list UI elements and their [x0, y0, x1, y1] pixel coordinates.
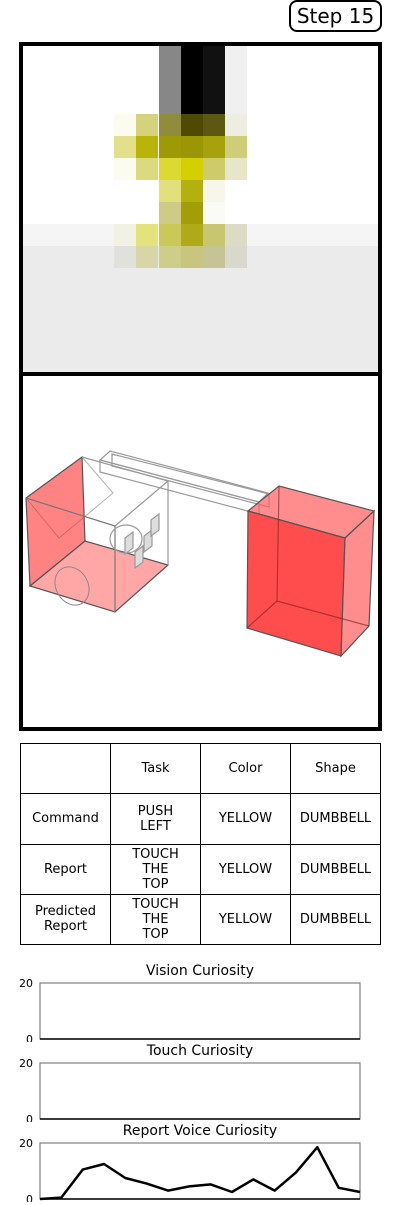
color-cell: YELLOW: [200, 893, 291, 946]
color-cell: YELLOW: [200, 793, 291, 845]
touch-curiosity-chart: Touch Curiosity 20 0: [0, 1042, 400, 1122]
shape-cell: DUMBBELL: [290, 843, 381, 895]
task-cell: TOUCH THE TOP: [110, 843, 201, 895]
header-cell-shape: Shape: [290, 742, 381, 795]
task-cell: PUSH LEFT: [110, 793, 201, 845]
right-target-box: [246, 485, 376, 658]
render-view-image: [25, 450, 376, 658]
header-cell: [20, 742, 111, 795]
y-tick-label: 0: [26, 1193, 33, 1202]
row-label: Report: [20, 843, 111, 895]
shape-cell: DUMBBELL: [290, 793, 381, 845]
table-row-predicted-report: Predicted Report TOUCH THE TOP YELLOW DU…: [20, 893, 381, 946]
row-label: Predicted Report: [20, 893, 111, 946]
row-label: Command: [20, 793, 111, 845]
header-cell-color: Color: [200, 742, 291, 795]
vision-curiosity-chart: Vision Curiosity 20 0: [0, 962, 400, 1042]
table-row-report: Report TOUCH THE TOP YELLOW DUMBBELL: [20, 843, 381, 895]
table-row-command: Command PUSH LEFT YELLOW DUMBBELL: [20, 793, 381, 845]
y-tick-label: 20: [19, 1058, 33, 1070]
color-cell: YELLOW: [200, 843, 291, 895]
task-cell: TOUCH THE TOP: [110, 893, 201, 946]
chart-plot: 20 0: [19, 1058, 361, 1122]
chart-plot: 20 0: [19, 1138, 361, 1202]
plot-frame: [39, 1142, 361, 1200]
step-indicator: Step 15: [289, 0, 382, 32]
chart-plot: 20 0: [19, 978, 361, 1042]
chart-title: Vision Curiosity: [145, 963, 255, 979]
chart-title: Report Voice Curiosity: [122, 1123, 278, 1139]
table-header-row: Task Color Shape: [20, 742, 381, 795]
camera-view-panel: [19, 42, 382, 376]
y-tick-label: 20: [19, 978, 33, 990]
y-tick-label: 0: [26, 1033, 33, 1042]
shape-cell: DUMBBELL: [290, 893, 381, 946]
header-cell-task: Task: [110, 742, 201, 795]
render-view-panel: [19, 372, 382, 731]
camera-view-image: [23, 46, 378, 372]
chart-title: Touch Curiosity: [146, 1043, 254, 1059]
y-tick-label: 0: [26, 1113, 33, 1122]
status-table: Task Color Shape Command PUSH LEFT YELLO…: [20, 742, 381, 946]
report-voice-curiosity-chart: Report Voice Curiosity 20 0: [0, 1122, 400, 1205]
y-tick-label: 20: [19, 1138, 33, 1150]
plot-frame: [39, 982, 361, 1040]
plot-frame: [39, 1062, 361, 1120]
